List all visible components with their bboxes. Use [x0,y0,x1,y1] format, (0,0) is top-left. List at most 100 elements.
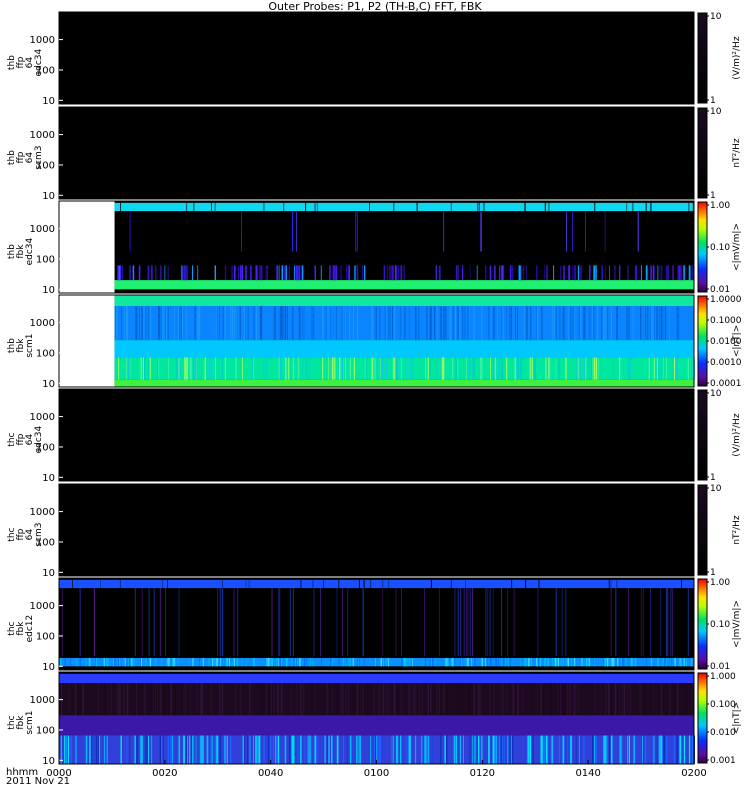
spectral-line [540,658,542,667]
band-bottom [59,658,694,667]
spectral-line [276,658,278,667]
spectral-line [472,588,473,657]
spectral-line [362,265,363,281]
spectral-line [375,658,376,667]
spectral-line [609,658,611,667]
spectral-line [407,658,409,667]
spectral-line [328,735,330,764]
spectral-line [662,735,663,764]
spectral-line [157,357,158,380]
spectral-line [401,265,403,281]
spectral-line [494,357,496,380]
spectral-line [259,735,261,764]
spectral-line [195,357,197,380]
spectral-line [388,683,389,716]
spectral-line [147,265,150,281]
spectral-line [324,735,326,764]
spectral-line [371,357,373,380]
spectral-line [686,658,687,667]
spectral-line [293,357,295,380]
spectral-line [479,735,480,764]
spectral-line [473,683,475,716]
spectral-line [135,735,137,764]
spectral-line [377,357,379,380]
spectral-line [343,735,344,764]
spectral-line [300,265,302,281]
spectral-line [536,306,537,341]
spectral-line [584,357,586,380]
spectral-line [650,588,651,657]
spectral-line [445,735,448,764]
spectral-line [665,658,667,667]
colorbar-tick-label: 1.000 [710,672,736,682]
spectral-line [190,357,192,380]
spectral-line [559,683,562,716]
spectral-line [138,265,141,281]
spectral-line [221,579,223,589]
y-tick-label: 1000 [30,130,55,141]
spectral-line [387,265,389,281]
spectral-line [645,202,647,212]
spectral-line [341,357,344,380]
panel-label-line: scm3 [34,146,44,170]
spectral-line [284,306,286,341]
spectral-line [197,357,199,380]
spectral-line [187,735,188,764]
spectral-line [634,265,637,281]
spectral-line [691,357,693,380]
spectral-line [522,265,524,281]
spectral-line [490,357,491,380]
spectral-line [654,306,655,341]
spectral-line [341,306,343,341]
spectral-line [336,265,338,281]
spectral-line [667,588,669,657]
spectral-line [580,306,582,341]
spectral-line [657,357,658,380]
spectral-line [601,265,603,281]
spectral-line [480,357,482,380]
spectral-line [392,357,394,380]
spectral-line [211,202,212,212]
spectral-line [336,306,337,341]
spectral-line [404,306,406,341]
spectral-line [497,306,499,341]
spectral-line [117,658,119,667]
spectral-line [226,658,228,667]
colorbar-tick-label: 1 [710,96,716,106]
spectral-line [121,306,123,341]
spectral-line [443,683,445,716]
spectral-line [502,306,504,341]
spectral-line [362,588,364,657]
spectral-line [495,735,497,764]
spectral-line [545,357,547,380]
spectral-line [336,588,338,657]
spectral-line [199,735,200,764]
spectral-line [86,735,88,764]
spectral-line [414,683,416,716]
panel-label-line: scm1 [25,334,35,358]
spectral-line [507,658,510,667]
spectral-line [471,658,473,667]
spectral-line [626,658,627,667]
spectral-line [588,357,590,380]
spectral-line [604,212,606,252]
y-tick-label: 10 [42,96,55,107]
spectral-line [623,683,626,716]
spectral-line [196,683,198,716]
spectral-line [659,683,661,716]
spectral-line [548,357,550,380]
spectral-line [551,306,553,341]
spectral-line [140,735,142,764]
spectral-line [639,265,641,281]
spectral-line [210,683,212,716]
spectral-line [607,306,609,341]
spectral-line [265,265,267,281]
spectral-line [397,265,400,281]
spectral-line [615,683,617,716]
spectral-line [517,683,518,716]
spectral-line [509,306,510,341]
spectral-line [553,306,556,341]
spectral-line [248,579,250,589]
spectral-line [418,683,420,716]
spectral-line [570,735,572,764]
